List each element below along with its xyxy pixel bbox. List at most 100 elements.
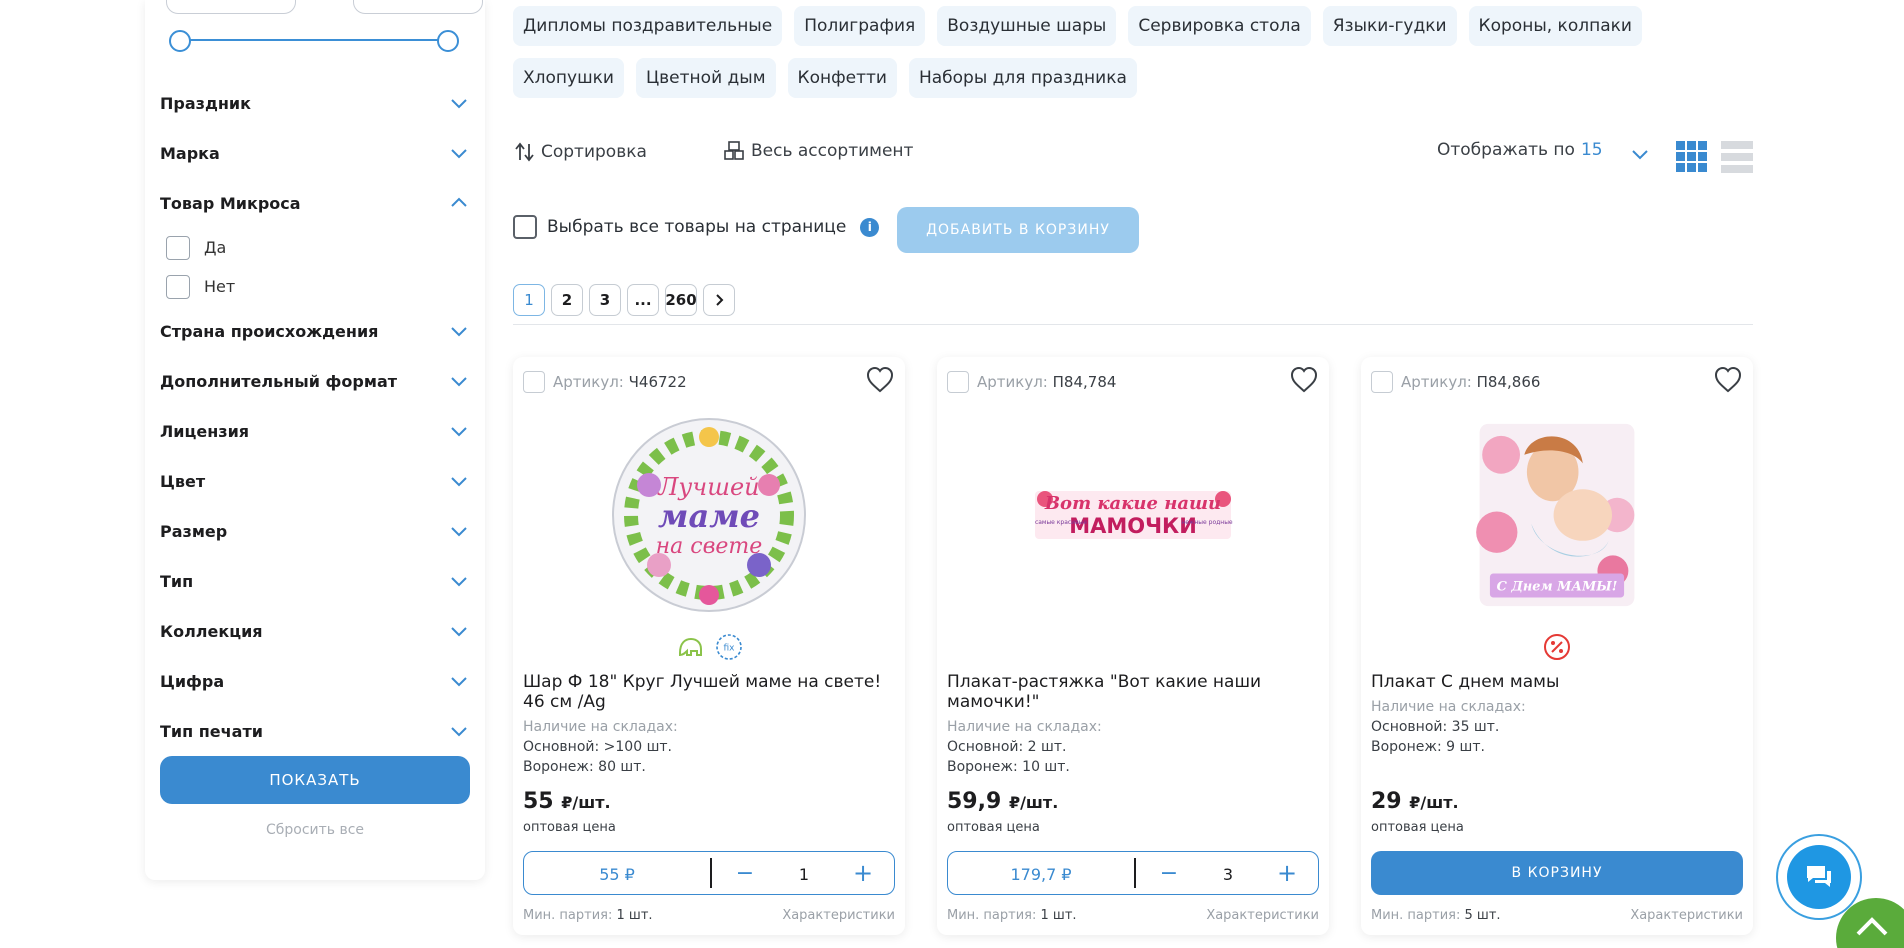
heart-icon[interactable]	[1289, 365, 1319, 395]
filter-type[interactable]: Тип	[160, 556, 470, 606]
info-icon[interactable]: i	[860, 217, 880, 237]
chevron-up-icon	[1856, 917, 1888, 936]
chevron-down-icon	[448, 370, 470, 392]
price-to-input[interactable]	[353, 0, 483, 14]
chevron-down-icon[interactable]	[1629, 143, 1651, 169]
page-button[interactable]: 3	[589, 284, 621, 316]
tag-printing[interactable]: Полиграфия	[794, 6, 926, 46]
characteristics-link[interactable]: Характеристики	[1630, 908, 1743, 923]
product-image[interactable]: С Днем МАМЫ!	[1471, 407, 1643, 623]
next-page-button[interactable]	[703, 284, 735, 316]
filter-label: Тип печати	[160, 721, 263, 741]
heart-icon[interactable]	[865, 365, 895, 395]
select-all-label: Выбрать все товары на странице	[547, 217, 847, 237]
tag-party-sets[interactable]: Наборы для праздника	[908, 58, 1137, 98]
product-checkbox[interactable]	[947, 371, 969, 393]
product-card[interactable]: Артикул: Ч46722 Лучшей маме на свете fix…	[513, 357, 905, 935]
elephant-badge-icon	[679, 637, 702, 657]
select-all-checkbox[interactable]	[513, 215, 537, 239]
stock-title: Наличие на складах:	[523, 719, 678, 735]
min-lot: Мин. партия: 5 шт.	[1371, 908, 1501, 923]
filter-digit[interactable]: Цифра	[160, 656, 470, 706]
filter-brand[interactable]: Марка	[160, 128, 470, 178]
tag-crowns-hats[interactable]: Короны, колпаки	[1468, 6, 1642, 46]
filter-holiday[interactable]: Праздник	[160, 78, 470, 128]
line-total: 55 ₽	[599, 864, 635, 884]
price-slider[interactable]	[169, 30, 459, 52]
product-image[interactable]: Лучшей маме на свете	[609, 415, 809, 615]
filter-option-no[interactable]: Нет	[160, 267, 470, 306]
product-name[interactable]: Плакат-растяжка "Вот какие наши мамочки!…	[947, 672, 1317, 712]
min-lot: Мин. партия: 1 шт.	[523, 908, 653, 923]
plus-button[interactable]: +	[848, 858, 878, 888]
svg-text:маме: маме	[658, 497, 760, 535]
list-view-icon[interactable]	[1720, 140, 1754, 178]
price-from-input[interactable]	[166, 0, 296, 14]
product-card[interactable]: Артикул: П84,784 Вот какие наши МАМОЧКИ …	[937, 357, 1329, 935]
filter-label: Дополнительный формат	[160, 371, 398, 391]
filter-extra-format[interactable]: Дополнительный формат	[160, 356, 470, 406]
filter-color[interactable]: Цвет	[160, 456, 470, 506]
characteristics-link[interactable]: Характеристики	[1206, 908, 1319, 923]
characteristics-link[interactable]: Характеристики	[782, 908, 895, 923]
product-card[interactable]: Артикул: П84,866 С Днем МАМЫ! Плакат С д…	[1361, 357, 1753, 935]
tag-color-smoke[interactable]: Цветной дым	[635, 58, 776, 98]
quantity-input[interactable]: 1	[779, 852, 829, 896]
price-note: оптовая цена	[1371, 820, 1464, 835]
grid-view-icon[interactable]	[1675, 140, 1709, 178]
product-checkbox[interactable]	[1371, 371, 1393, 393]
tag-poppers[interactable]: Хлопушки	[513, 58, 624, 98]
chevron-down-icon	[448, 620, 470, 642]
stock-main: Основной: 2 шт.	[947, 739, 1067, 755]
filter-country[interactable]: Страна происхождения	[160, 306, 470, 356]
sort-button[interactable]: Сортировка	[513, 140, 647, 164]
slider-min-handle[interactable]	[169, 30, 191, 52]
minus-button[interactable]: −	[730, 858, 760, 888]
filter-option-yes[interactable]: Да	[160, 228, 470, 267]
checkbox[interactable]	[166, 274, 190, 299]
per-page-value: 15	[1580, 140, 1603, 160]
filter-print-type[interactable]: Тип печати	[160, 706, 470, 756]
reset-all-link[interactable]: Сбросить все	[160, 822, 470, 838]
catalog-page: Праздник Марка Товар Микроса Да Нет Стра…	[0, 0, 1904, 948]
product-image[interactable]: Вот какие наши МАМОЧКИ самые красивые не…	[1013, 415, 1253, 615]
assortment-button[interactable]: Весь ассортимент	[723, 140, 913, 162]
filter-label: Коллекция	[160, 621, 263, 641]
page-button[interactable]: 1	[513, 284, 545, 316]
quantity-input[interactable]: 3	[1203, 852, 1253, 896]
per-page-select[interactable]: Отображать по 15	[1437, 140, 1603, 160]
show-button[interactable]: ПОКАЗАТЬ	[160, 756, 470, 804]
sort-label: Сортировка	[541, 142, 647, 162]
product-name[interactable]: Плакат С днем мамы	[1371, 672, 1741, 692]
tag-diplomas[interactable]: Дипломы поздравительные	[513, 6, 783, 46]
page-button[interactable]: 2	[551, 284, 583, 316]
page-ellipsis[interactable]: ...	[627, 284, 659, 316]
filter-label: Страна происхождения	[160, 321, 379, 341]
sort-icon	[515, 142, 534, 162]
tag-confetti[interactable]: Конфетти	[787, 58, 897, 98]
discount-badge-icon	[1544, 634, 1570, 660]
product-name[interactable]: Шар Ф 18" Круг Лучшей маме на свете! 46 …	[523, 672, 893, 712]
plus-button[interactable]: +	[1272, 858, 1302, 888]
minus-button[interactable]: −	[1154, 858, 1184, 888]
filter-list: Праздник Марка Товар Микроса Да Нет Стра…	[160, 78, 470, 756]
filter-size[interactable]: Размер	[160, 506, 470, 556]
filter-license[interactable]: Лицензия	[160, 406, 470, 456]
quantity-stepper: 179,7 ₽ − 3 +	[947, 851, 1319, 895]
filter-collection[interactable]: Коллекция	[160, 606, 470, 656]
add-selected-to-cart-button[interactable]: ДОБАВИТЬ В КОРЗИНУ	[897, 207, 1139, 253]
checkbox[interactable]	[166, 235, 190, 260]
page-button[interactable]: 260	[665, 284, 697, 316]
tag-balloons[interactable]: Воздушные шары	[937, 6, 1117, 46]
tag-party-horns[interactable]: Языки-гудки	[1322, 6, 1457, 46]
add-to-cart-button[interactable]: В КОРЗИНУ	[1371, 851, 1743, 895]
tag-table-setting[interactable]: Сервировка стола	[1128, 6, 1311, 46]
filter-mikros-product[interactable]: Товар Микроса	[160, 178, 470, 228]
chevron-down-icon	[448, 470, 470, 492]
price-range-inputs	[161, 0, 483, 14]
heart-icon[interactable]	[1713, 365, 1743, 395]
svg-text:fix: fix	[724, 644, 736, 654]
product-checkbox[interactable]	[523, 371, 545, 393]
slider-max-handle[interactable]	[437, 30, 459, 52]
select-all-control[interactable]: Выбрать все товары на странице i	[513, 215, 880, 239]
